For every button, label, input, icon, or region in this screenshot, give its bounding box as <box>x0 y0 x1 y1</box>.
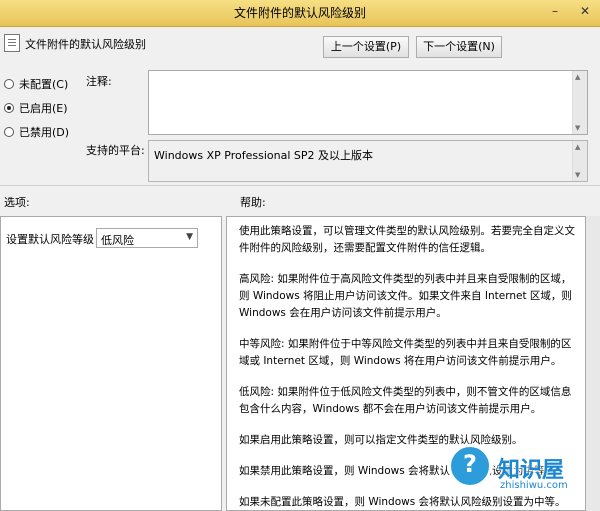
radio-not-configured[interactable]: 未配置(C) <box>4 76 68 92</box>
scroll-down-icon[interactable]: ▼ <box>575 124 580 132</box>
scroll-down-icon[interactable]: ▼ <box>575 171 580 179</box>
next-setting-button[interactable]: 下一个设置(N) <box>416 36 502 58</box>
help-paragraph: 使用此策略设置，可以管理文件类型的默认风险级别。若要完全自定义文件附件的风险级别… <box>239 225 575 254</box>
minimize-icon[interactable]: – <box>546 3 564 19</box>
radio-enabled[interactable]: 已启用(E) <box>4 100 68 116</box>
platform-field: Windows XP Professional SP2 及以上版本 ▲ ▼ <box>148 140 588 182</box>
comment-scrollbar[interactable]: ▲ ▼ <box>572 71 587 134</box>
section-divider <box>0 185 600 186</box>
watermark-url: zhishiwu.com <box>500 480 568 491</box>
risk-level-label: 设置默认风险等级 <box>6 233 94 246</box>
radio-label: 已禁用(D) <box>19 126 70 139</box>
window-title: 文件附件的默认风险级别 <box>233 6 366 20</box>
risk-level-value: 低风险 <box>101 234 134 247</box>
close-icon[interactable]: ✕ <box>574 3 596 19</box>
scroll-up-icon[interactable]: ▲ <box>575 143 580 151</box>
radio-circle-checked[interactable] <box>4 103 14 113</box>
previous-setting-button[interactable]: 上一个设置(P) <box>323 36 409 58</box>
options-label: 选项: <box>4 196 30 209</box>
risk-level-select[interactable]: 低风险 ▼ <box>96 228 198 248</box>
platform-scrollbar[interactable]: ▲ ▼ <box>572 141 587 181</box>
question-bubble-icon <box>448 444 492 488</box>
help-paragraph: 低风险: 如果附件位于低风险文件类型的列表中，则不管文件的区域信息包含什么内容，… <box>239 386 572 415</box>
comment-textarea[interactable]: ▲ ▼ <box>148 70 588 135</box>
options-panel <box>0 216 222 511</box>
comment-label: 注释: <box>86 75 112 88</box>
help-paragraph: 高风险: 如果附件位于高风险文件类型的列表中并且来自受限制的区域，则 Windo… <box>239 273 572 319</box>
platform-label: 支持的平台: <box>86 144 145 157</box>
help-label: 帮助: <box>240 196 266 209</box>
radio-circle[interactable] <box>4 127 14 137</box>
radio-circle[interactable] <box>4 79 14 89</box>
radio-label: 已启用(E) <box>19 102 68 115</box>
watermark-logo: 知识屋 zhishiwu.com <box>440 440 600 511</box>
scroll-up-icon[interactable]: ▲ <box>575 73 580 81</box>
help-paragraph: 中等风险: 如果附件位于中等风险文件类型的列表中并且来自受限制的区域或 Inte… <box>239 338 572 367</box>
platform-value: Windows XP Professional SP2 及以上版本 <box>154 149 373 162</box>
policy-document-icon <box>4 34 20 52</box>
chevron-down-icon[interactable]: ▼ <box>186 232 193 242</box>
title-bar: 文件附件的默认风险级别 – ✕ <box>0 0 600 27</box>
radio-disabled[interactable]: 已禁用(D) <box>4 124 69 140</box>
radio-label: 未配置(C) <box>19 78 69 91</box>
policy-name: 文件附件的默认风险级别 <box>25 38 146 51</box>
